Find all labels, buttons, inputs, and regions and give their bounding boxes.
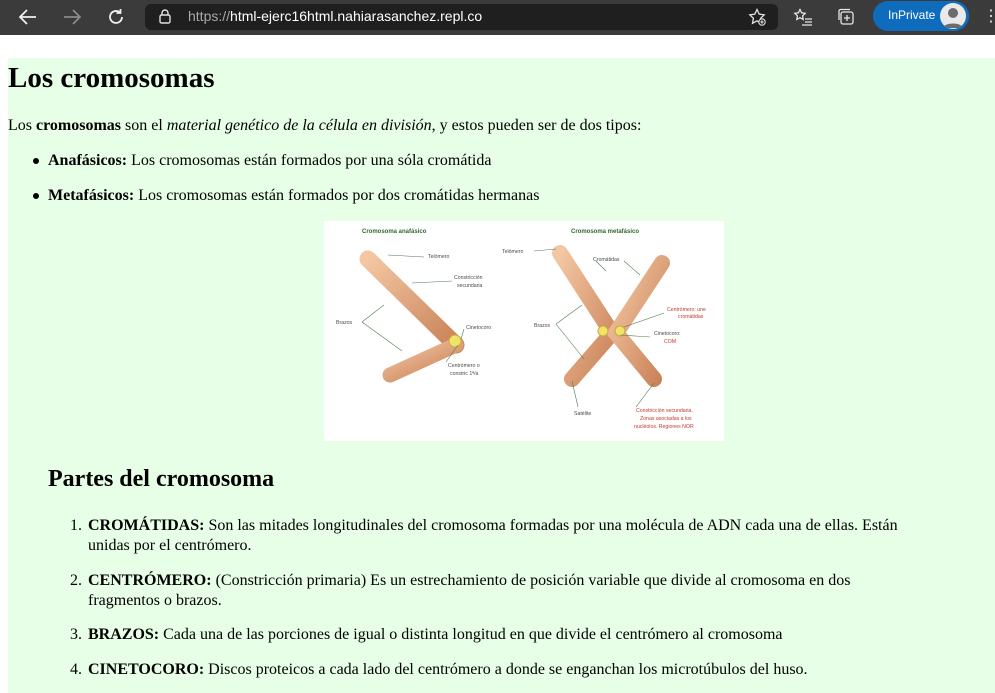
part-term: CINETOCORO: — [88, 661, 205, 678]
right-title: Cromosoma metafásico — [571, 229, 639, 235]
list-number: 2. — [70, 572, 82, 589]
fig-label: Zonas asociadas a los — [640, 416, 692, 422]
fig-label: cromátidas — [678, 314, 704, 320]
arrow-right-icon — [64, 9, 81, 25]
chromosome-diagram: Cromosoma anafásico Cromosoma metafásico — [324, 221, 724, 441]
part-term: CROMÁTIDAS: — [88, 517, 205, 534]
browser-toolbar: https://html-ejerc16html.nahiarasanchez.… — [0, 0, 995, 35]
fig-label: Cinetocoro — [466, 325, 491, 331]
list-item: 2. CENTRÓMERO: (Constricción primaria) E… — [70, 571, 983, 611]
address-bar[interactable]: https://html-ejerc16html.nahiarasanchez.… — [145, 4, 778, 30]
fig-label: Brazos — [336, 320, 353, 326]
fig-label: COM — [664, 339, 676, 345]
list-number: 3. — [70, 626, 82, 643]
type-text: Los cromosomas están formados por dos cr… — [134, 187, 540, 204]
favorites-button[interactable] — [790, 5, 816, 29]
fig-label: Constricción — [454, 275, 483, 281]
intro-paragraph: Los cromosomas son el material genético … — [8, 116, 641, 136]
profile-icon — [943, 8, 963, 28]
fig-label: Telómero — [502, 249, 523, 255]
url-host: html-ejerc16html.nahiarasanchez.repl.co — [230, 8, 483, 24]
type-text: Los cromosomas están formados por una só… — [127, 152, 492, 169]
section-title: Partes del cromosoma — [48, 466, 275, 492]
inprivate-label: InPrivate — [888, 8, 936, 22]
avatar — [940, 3, 966, 29]
refresh-icon — [109, 9, 123, 24]
url-scheme: https:// — [188, 8, 231, 24]
part-text: Son las mitades longitudinales del cromo… — [204, 517, 898, 534]
fig-label: secundaria — [457, 283, 482, 289]
page-title: Los cromosomas — [8, 62, 215, 94]
part-text-cont: unidas por el centrómero. — [88, 537, 252, 554]
list-number: 4. — [70, 661, 82, 678]
part-text-cont: fragmentos o brazos. — [88, 592, 222, 609]
part-text: (Constricción primaria) Es un estrechami… — [211, 572, 851, 589]
fig-label: Cromátidas — [593, 257, 620, 263]
add-favorite-icon[interactable] — [748, 7, 766, 31]
forward-button[interactable] — [58, 4, 86, 30]
favorites-list-icon — [793, 8, 812, 26]
list-item: Metafásicos: Los cromosomas están formad… — [32, 186, 540, 206]
type-term: Anafásicos: — [48, 152, 128, 169]
part-text: Discos proteicos a cada lado del centróm… — [204, 661, 808, 678]
list-number: 1. — [70, 517, 82, 534]
intro-post: , y estos pueden ser de dos tipos: — [431, 117, 642, 134]
more-options-icon[interactable]: ⋮ — [983, 6, 995, 26]
intro-em: material genético de la célula en divisi… — [166, 117, 432, 134]
type-term: Metafásicos: — [48, 187, 135, 204]
part-text: Cada una de las porciones de igual o dis… — [159, 626, 783, 643]
intro-pre: Los — [8, 117, 36, 134]
fig-label: Cinetocoro: — [654, 331, 681, 337]
left-title: Cromosoma anafásico — [362, 229, 427, 235]
anaphase-chromosome — [359, 250, 465, 383]
lock-icon — [159, 9, 171, 29]
collections-icon — [838, 8, 854, 25]
intro-mid: son el — [121, 117, 167, 134]
fig-label: Centrómero o — [448, 363, 480, 369]
collections-button[interactable] — [834, 5, 860, 29]
fig-label: Brazos — [534, 323, 551, 329]
list-item: 3. BRAZOS: Cada una de las porciones de … — [70, 625, 983, 645]
fig-label: nucléolos. Regiones NOR — [634, 424, 694, 430]
fig-label: Centrómero: une — [667, 307, 706, 313]
list-item: 1. CROMÁTIDAS: Son las mitades longitudi… — [70, 516, 983, 556]
intro-strong: cromosomas — [36, 117, 122, 134]
fig-label: Telómero — [428, 254, 449, 260]
fig-label: Constricción secundaria. — [636, 408, 693, 414]
refresh-button[interactable] — [102, 4, 130, 30]
part-term: BRAZOS: — [88, 626, 160, 643]
back-button[interactable] — [14, 4, 42, 30]
fig-label: Satélite — [574, 411, 591, 417]
part-term: CENTRÓMERO: — [88, 572, 212, 589]
fig-label: constric 1ª/a — [450, 371, 479, 377]
list-item: Anafásicos: Los cromosomas están formado… — [32, 151, 492, 171]
arrow-left-icon — [19, 9, 36, 25]
list-item: 4. CINETOCORO: Discos proteicos a cada l… — [70, 660, 983, 680]
inprivate-badge[interactable]: InPrivate — [873, 1, 969, 31]
metaphase-chromosome — [552, 245, 670, 387]
url-text[interactable]: https://html-ejerc16html.nahiarasanchez.… — [188, 8, 482, 24]
